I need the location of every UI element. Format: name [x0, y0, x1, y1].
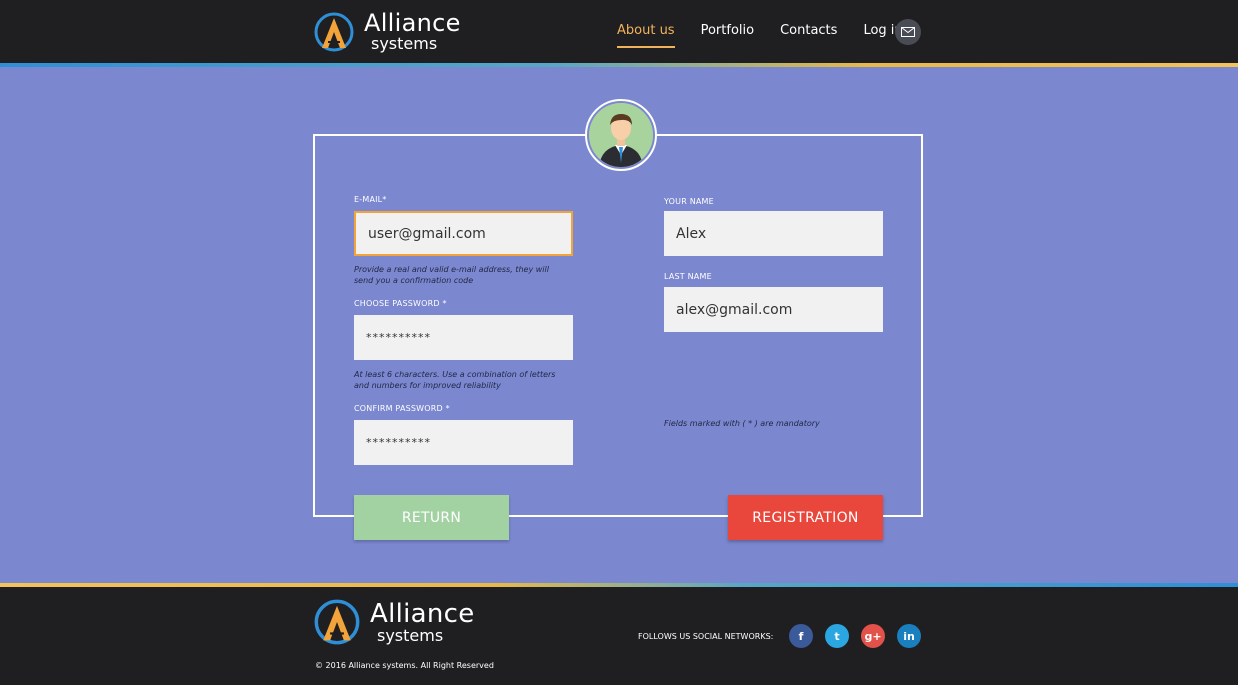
return-button[interactable]: RETURN [354, 495, 509, 540]
password-label: CHOOSE PASSWORD * [354, 299, 447, 308]
nav-about-us[interactable]: About us [617, 23, 675, 48]
footer-logo-icon [314, 599, 360, 645]
confirm-password-label: CONFIRM PASSWORD * [354, 404, 450, 413]
confirm-password-field[interactable] [354, 420, 573, 465]
last-name-label: LAST NAME [664, 272, 712, 281]
your-name-field[interactable] [664, 211, 883, 256]
facebook-icon[interactable]: f [789, 624, 813, 648]
google-plus-icon[interactable]: g+ [861, 624, 885, 648]
envelope-icon [901, 27, 915, 37]
site-footer [0, 587, 1238, 685]
email-label: E-MAIL* [354, 195, 387, 204]
copyright: © 2016 Alliance systems. All Right Reser… [315, 661, 494, 670]
footer-logo-subtitle: systems [377, 625, 444, 645]
site-header: Alliance systems About us Portfolio Cont… [0, 0, 1238, 63]
mandatory-note: Fields marked with ( * ) are mandatory [664, 419, 820, 428]
footer-logo[interactable]: Alliance systems [314, 599, 475, 645]
footer-logo-title: Alliance [370, 598, 475, 629]
linkedin-icon[interactable]: in [897, 624, 921, 648]
user-avatar-icon [589, 103, 653, 167]
password-field[interactable] [354, 315, 573, 360]
your-name-label: YOUR NAME [664, 197, 714, 206]
logo-title: Alliance [364, 9, 461, 37]
logo-subtitle: systems [371, 34, 438, 53]
header-logo[interactable]: Alliance systems [314, 11, 461, 52]
email-hint: Provide a real and valid e-mail address,… [354, 265, 549, 285]
password-hint: At least 6 characters. Use a combination… [354, 370, 556, 390]
twitter-icon[interactable]: t [825, 624, 849, 648]
header-divider [0, 63, 1238, 67]
logo-icon [314, 12, 354, 52]
registration-button[interactable]: REGISTRATION [728, 495, 883, 540]
avatar [585, 99, 657, 171]
nav-contacts[interactable]: Contacts [780, 23, 837, 40]
last-name-field[interactable] [664, 287, 883, 332]
main-nav: About us Portfolio Contacts Log in [604, 0, 916, 63]
mail-button[interactable] [895, 19, 921, 45]
social-label: FOLLOWS US SOCIAL NETWORKS: [638, 632, 774, 641]
email-field[interactable] [354, 211, 573, 256]
nav-portfolio[interactable]: Portfolio [701, 23, 754, 40]
